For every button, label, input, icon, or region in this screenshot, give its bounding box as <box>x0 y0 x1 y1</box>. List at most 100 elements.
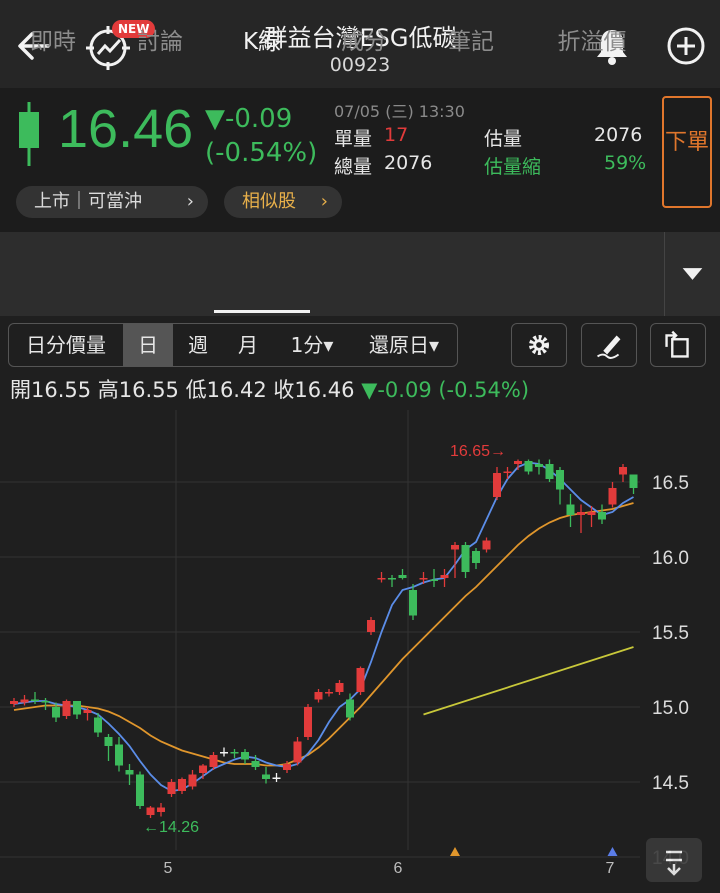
tab-kline[interactable]: K線 <box>214 0 310 84</box>
candle-body <box>587 512 596 515</box>
candle-body <box>556 470 564 490</box>
est-volume: 2076 <box>594 124 643 146</box>
est-shrink-label: 估量縮 <box>484 156 542 178</box>
x-tick-label: 5 <box>164 860 173 877</box>
high-annotation: 16.65→ <box>450 443 506 460</box>
candle-body <box>136 774 144 806</box>
candle-body <box>503 471 512 473</box>
similar-stocks-pill[interactable]: 相似股 › <box>224 186 342 218</box>
candle-body <box>377 578 386 580</box>
candle-body <box>73 701 81 715</box>
candle-body <box>524 461 533 472</box>
single-volume-label: 單量 <box>334 128 373 150</box>
tab-realtime[interactable]: 即時 <box>0 0 106 84</box>
draw-pen-icon[interactable] <box>581 323 637 367</box>
candle-body <box>115 744 123 766</box>
y-tick-label: 14.5 <box>652 773 689 794</box>
tab-components[interactable]: 成分 <box>310 0 418 84</box>
candle-body <box>598 512 606 520</box>
candle-body <box>41 701 50 703</box>
total-volume-label: 總量 <box>334 156 373 178</box>
candle-body <box>346 699 354 718</box>
price-change: ▼-0.09 <box>205 104 293 134</box>
candle-body <box>104 737 113 746</box>
candle-body <box>451 545 459 550</box>
add-circle-icon[interactable] <box>664 24 708 68</box>
event-marker <box>607 847 618 856</box>
y-tick-label: 15.5 <box>652 623 689 644</box>
tab-notes[interactable]: 筆記 <box>418 0 524 84</box>
est-shrink: 59% <box>604 152 647 174</box>
current-price: 16.46 <box>58 99 194 159</box>
candle-body <box>608 488 617 505</box>
y-tick-label: 16.0 <box>652 548 689 569</box>
candle-body <box>472 551 480 563</box>
price-change-pct: (-0.54%) <box>205 138 318 168</box>
candle-body <box>461 545 470 572</box>
candle-body <box>146 807 155 815</box>
scroll-bottom-icon[interactable] <box>646 838 702 882</box>
candle-body <box>262 774 270 779</box>
y-tick-label: 15.0 <box>652 698 689 719</box>
period-month[interactable]: 月 <box>223 324 273 366</box>
x-tick-label: 6 <box>394 860 403 877</box>
chevron-right-icon: › <box>186 191 194 212</box>
similar-pill-label: 相似股 <box>242 191 296 212</box>
candle-body <box>440 575 449 578</box>
ohlc-change: ▼-0.09 (-0.54%) <box>361 378 530 402</box>
candle-body <box>241 752 249 760</box>
candle-body <box>566 504 575 515</box>
candle-body <box>52 707 60 718</box>
candle-body <box>419 578 428 580</box>
candle-body <box>545 464 554 479</box>
candle-body <box>335 683 344 692</box>
candle-body <box>482 540 491 550</box>
kline-chart[interactable]: 14.014.515.015.516.016.55 6 716.65→←14.26 <box>0 410 720 893</box>
candle-body <box>493 473 501 497</box>
candle-body <box>20 699 29 703</box>
candle-body <box>272 777 281 779</box>
candle-body <box>388 578 396 580</box>
quote-time: 07/05 (三) 13:30 <box>334 102 465 121</box>
order-button[interactable]: 下單 <box>662 96 712 208</box>
rotate-screen-icon[interactable] <box>650 323 706 367</box>
ma60-line <box>423 646 634 716</box>
candle-body <box>283 764 291 770</box>
candle-body <box>188 774 197 787</box>
ma20-line <box>13 502 634 767</box>
candle-body <box>367 620 375 632</box>
y-tick-label: 16.5 <box>652 473 689 494</box>
est-volume-label: 估量 <box>484 128 523 150</box>
candle-body <box>31 699 39 701</box>
period-minute-dropdown[interactable]: 1分▾ <box>273 324 351 366</box>
candle-body <box>157 807 165 812</box>
single-volume: 17 <box>384 124 409 146</box>
candle-body <box>62 701 71 716</box>
market-pill-label: 上市｜可當沖 <box>34 191 142 212</box>
candle-body <box>199 765 207 773</box>
candle-body <box>94 717 102 733</box>
restore-dropdown[interactable]: 還原日▾ <box>351 324 457 366</box>
dropdown-triangle-icon[interactable] <box>664 232 720 316</box>
tab-discussion[interactable]: 討論 <box>106 0 214 84</box>
candle-body <box>293 741 302 763</box>
event-marker <box>450 847 460 856</box>
candle-body <box>304 707 312 737</box>
chevron-right-icon: › <box>320 191 328 212</box>
ohlc-values: 開16.55 高16.55 低16.42 收16.46 <box>10 378 355 402</box>
candle-body <box>178 779 186 791</box>
settings-gear-icon[interactable] <box>511 323 567 367</box>
candle-body <box>577 512 585 515</box>
low-annotation: ←14.26 <box>143 819 199 836</box>
candle-body <box>535 464 543 467</box>
candle-icon <box>19 102 39 166</box>
candle-body <box>430 579 438 581</box>
market-pill[interactable]: 上市｜可當沖 › <box>16 186 208 218</box>
tab-premium[interactable]: 折溢價 <box>524 0 660 84</box>
period-daily-volume[interactable]: 日分價量 <box>9 324 123 366</box>
candle-body <box>514 461 522 464</box>
x-tick-label: 7 <box>606 860 615 877</box>
period-day[interactable]: 日 <box>123 324 173 366</box>
period-week[interactable]: 週 <box>173 324 223 366</box>
candle-body <box>167 782 176 794</box>
